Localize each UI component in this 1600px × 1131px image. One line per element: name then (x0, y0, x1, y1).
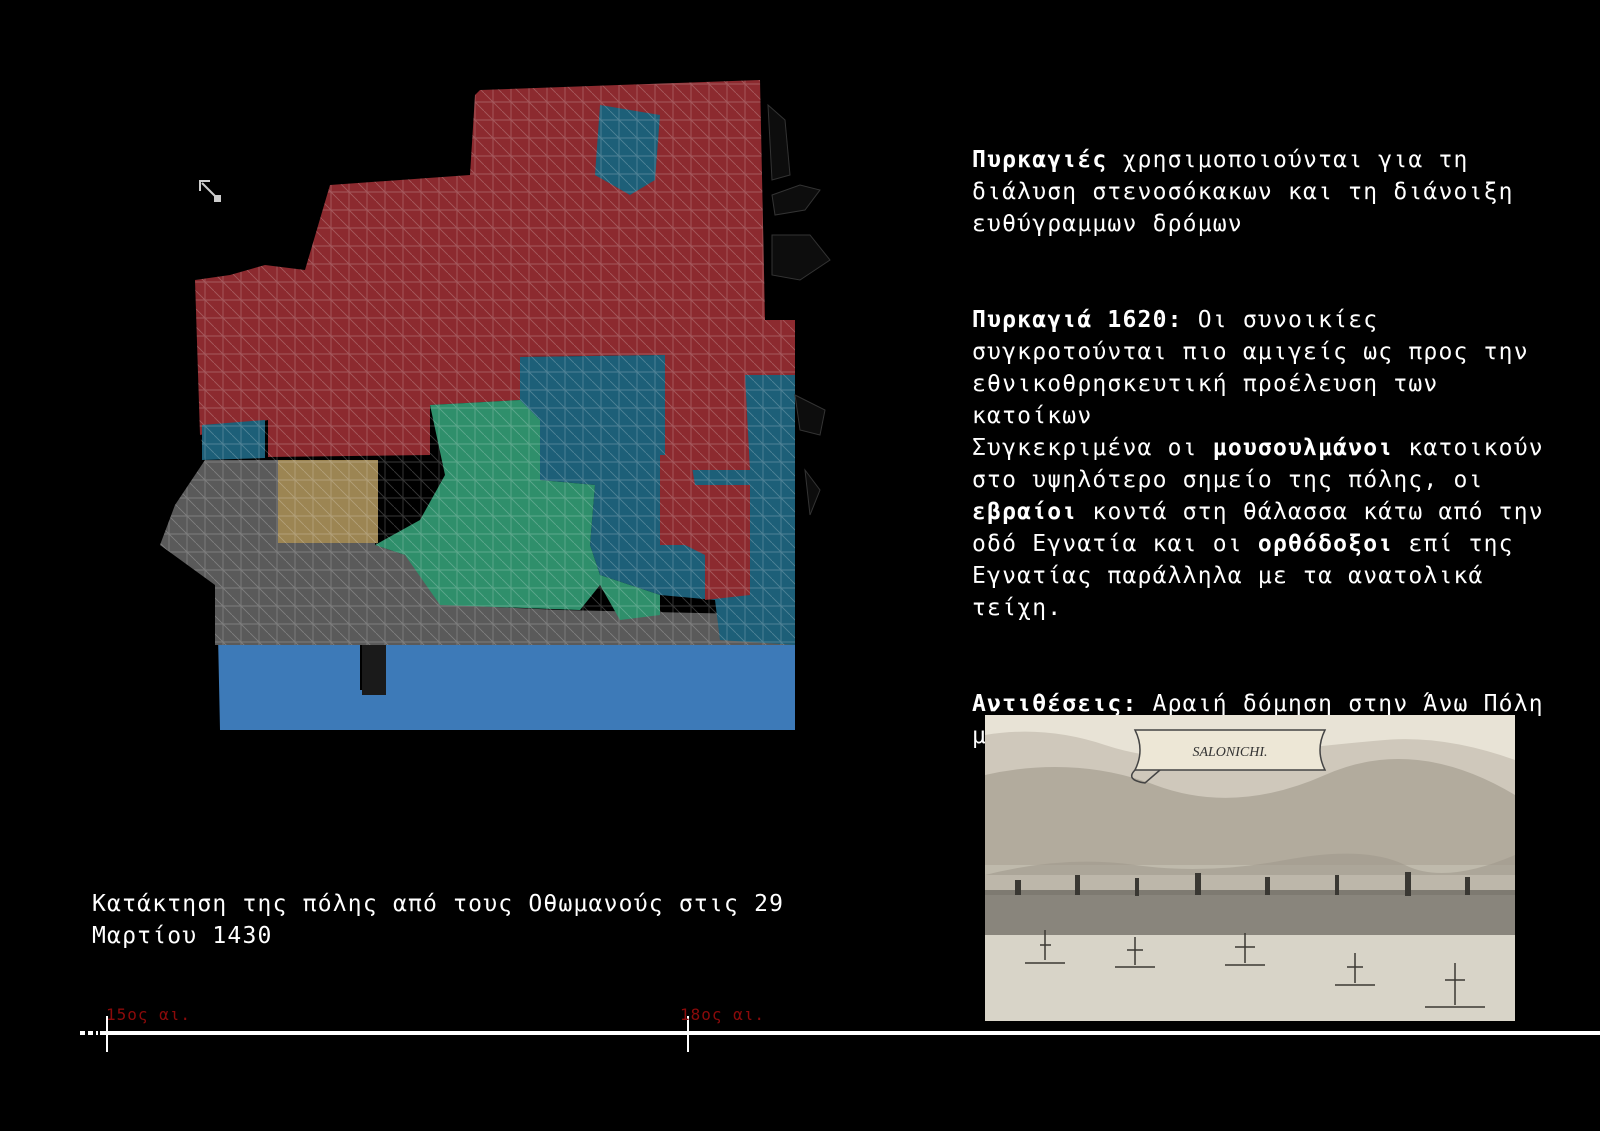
timeline (80, 1016, 1600, 1052)
salonichi-engraving: SALONICHI. (985, 715, 1515, 1021)
intro-paragraph: Πυρκαγιές χρησιμοποιούνται για τη διάλυσ… (972, 144, 1572, 240)
city-district-map (160, 80, 831, 730)
description-text: Πυρκαγιές χρησιμοποιούνται για τη διάλυσ… (972, 112, 1572, 816)
intro-bold: Πυρκαγιές (972, 147, 1108, 173)
tick-label-15th: 15ος αι. (106, 1005, 192, 1024)
fire-1620-paragraph: Πυρκαγιά 1620: Οι συνοικίες συγκροτούντα… (972, 304, 1572, 624)
tick-label-18th: 18ος αι. (680, 1005, 766, 1024)
engraving-banner: SALONICHI. (1192, 745, 1267, 760)
contrasts-bold: Αντιθέσεις: (972, 691, 1138, 717)
fire-1620-bold: Πυρκαγιά 1620: (972, 307, 1183, 333)
jews-term: εβραίοι (972, 499, 1078, 525)
muslims-term: μουσουλμάνοι (1212, 435, 1394, 461)
conquest-caption: Κατάκτηση της πόλης από τους Οθωμανούς σ… (92, 891, 785, 949)
orthodox-term: ορθόδοξοι (1257, 531, 1394, 557)
street-texture (160, 80, 795, 645)
north-arrow-icon (199, 180, 221, 202)
